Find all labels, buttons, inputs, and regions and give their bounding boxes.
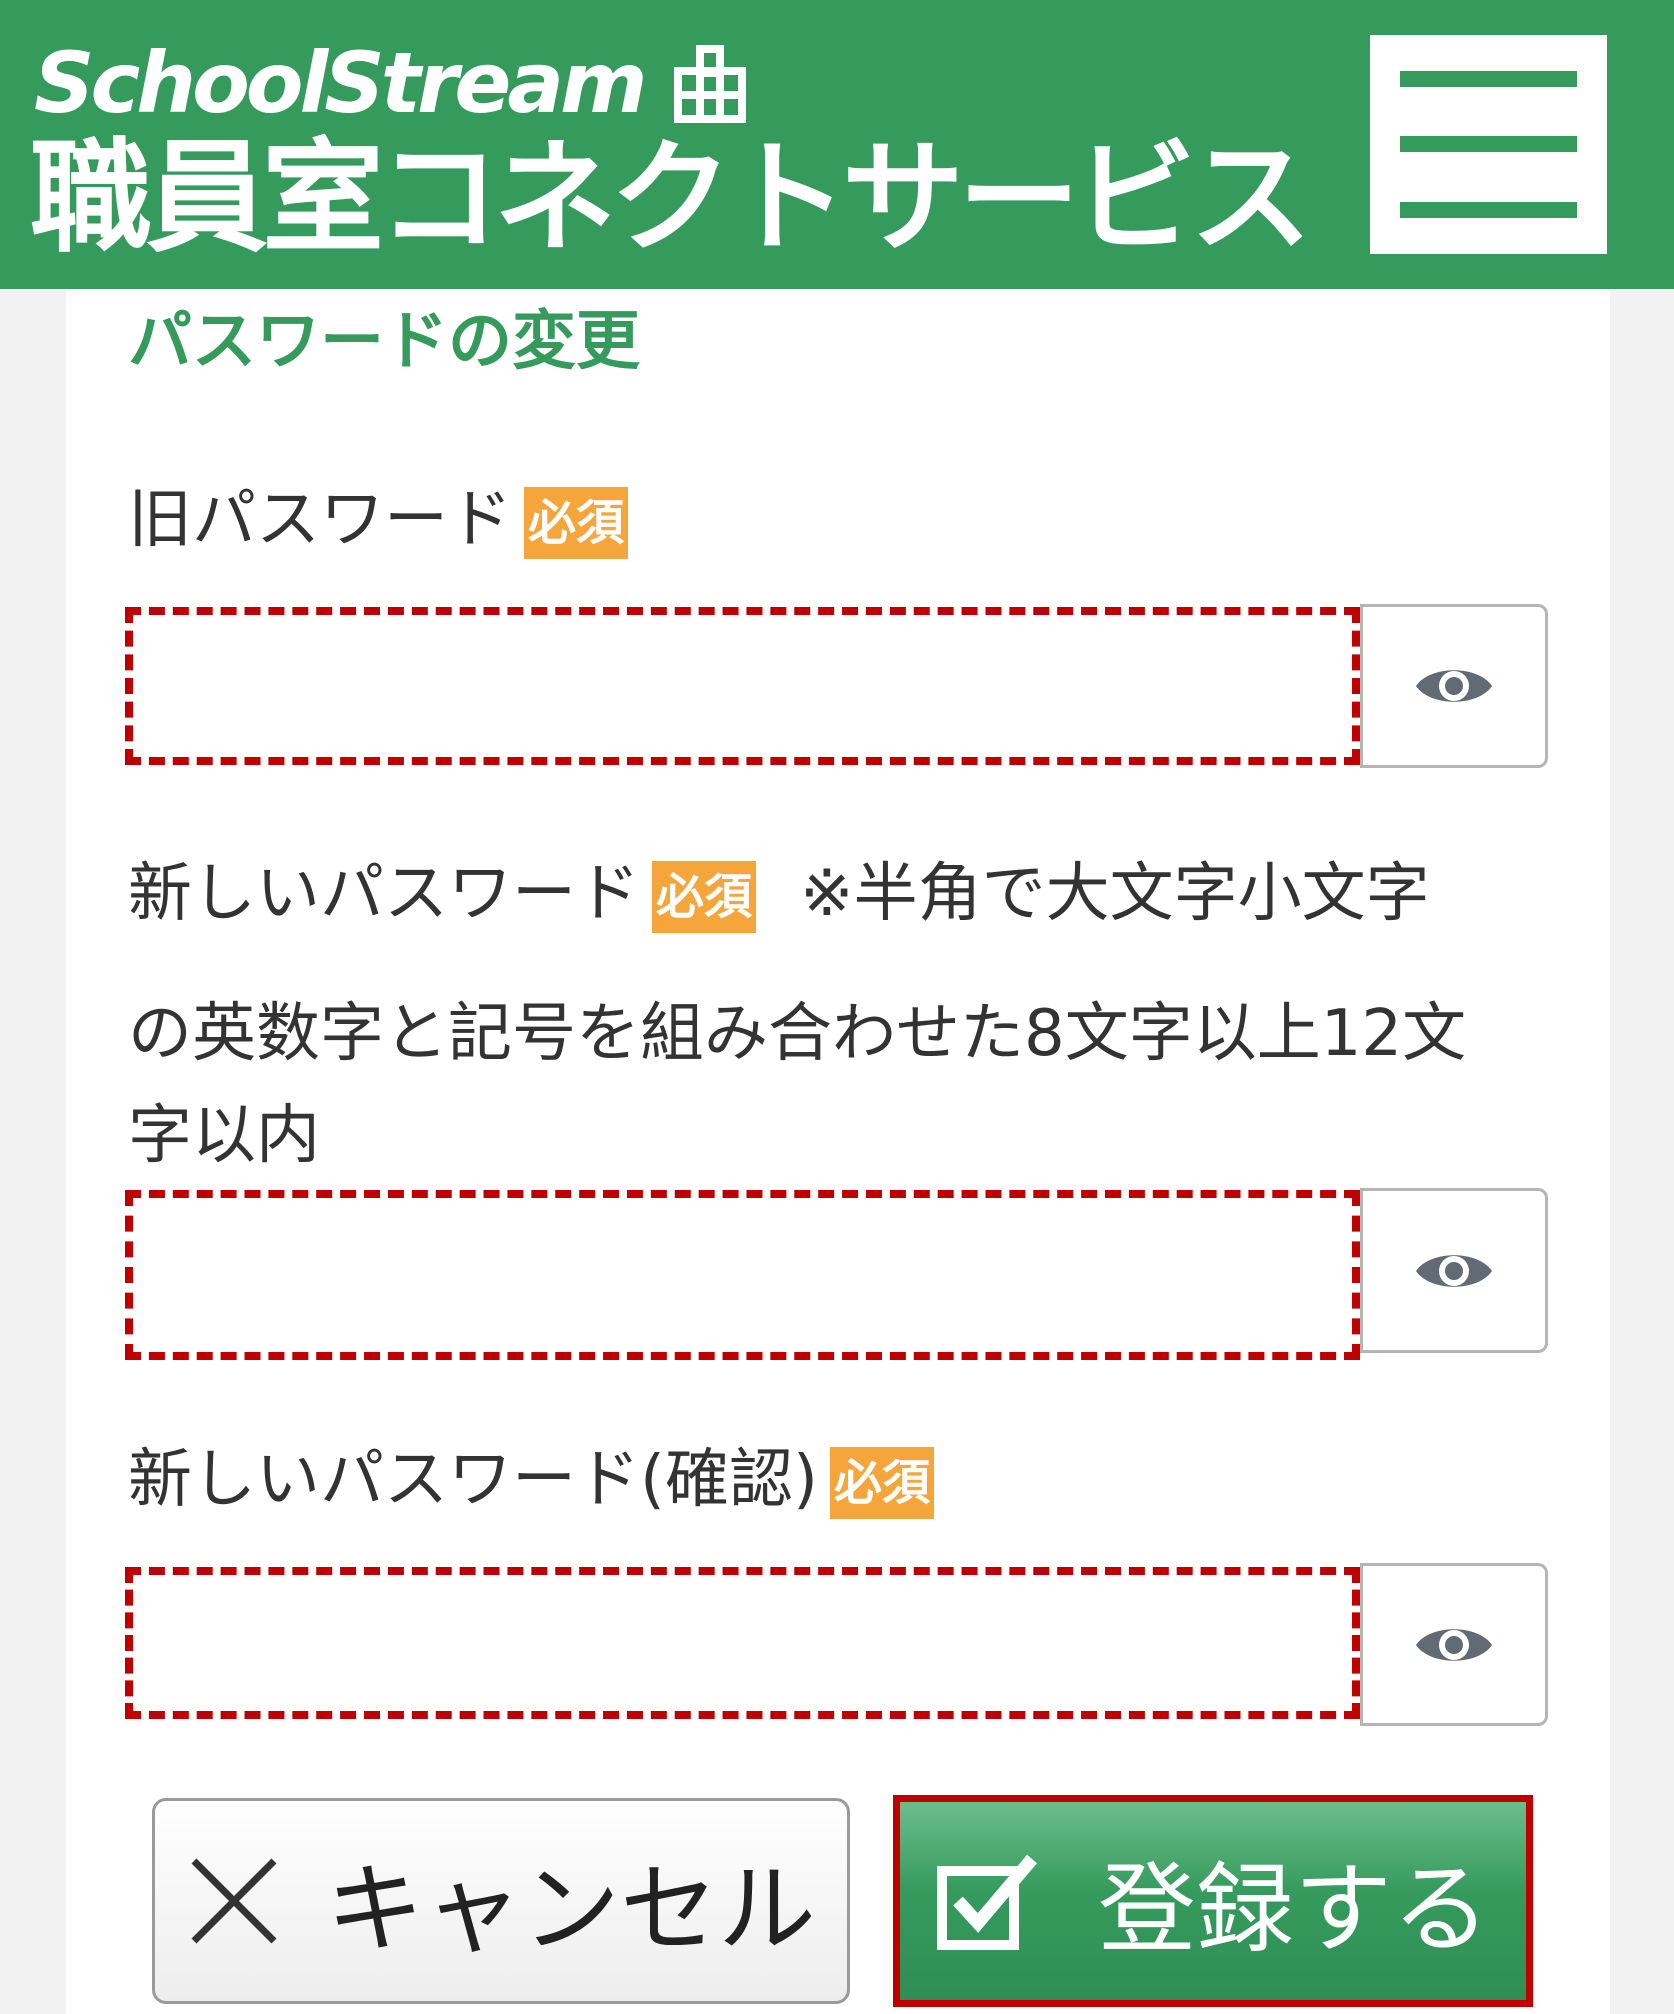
required-badge: 必須 <box>829 1447 934 1520</box>
new-password-input[interactable] <box>125 1190 1360 1360</box>
toggle-confirm-password-visibility[interactable] <box>1360 1563 1548 1726</box>
submit-button-label: 登録する <box>1097 1853 1490 1967</box>
menu-bar <box>1400 202 1577 218</box>
new-password-label: 新しいパスワード 必須 ※半角で大文字小文字 <box>128 852 1430 936</box>
hamburger-menu-button[interactable] <box>1370 35 1607 254</box>
old-password-label: 旧パスワード 必須 <box>128 478 629 562</box>
password-rule-note: ※半角で大文字小文字 <box>800 857 1430 931</box>
old-password-input[interactable] <box>125 607 1360 765</box>
building-icon <box>673 45 746 123</box>
cancel-button-label: キャンセル <box>325 1853 816 1967</box>
cancel-button[interactable]: キャンセル <box>152 1798 850 2004</box>
app-header: SchoolStream 職員室コネクトサービス <box>0 0 1674 289</box>
password-rule-note-line: の英数字と記号を組み合わせた8文字以上12文 <box>128 997 1467 1071</box>
eye-icon <box>1416 1628 1492 1661</box>
old-password-label-text: 旧パスワード <box>128 483 512 557</box>
page-title: パスワードの変更 <box>128 305 640 379</box>
menu-bar <box>1400 71 1577 87</box>
brand-name: SchoolStream <box>34 34 648 132</box>
confirm-password-label-text: 新しいパスワード(確認) <box>128 1443 818 1517</box>
service-name: 職員室コネクトサービス <box>30 127 1312 269</box>
eye-icon <box>1416 1254 1492 1287</box>
menu-bar <box>1400 136 1577 152</box>
confirm-password-label: 新しいパスワード(確認) 必須 <box>128 1438 934 1522</box>
checkbox-checked-icon <box>936 1854 1037 1950</box>
password-rule-note-line: 字以内 <box>128 1099 320 1173</box>
toggle-new-password-visibility[interactable] <box>1360 1188 1548 1353</box>
brand-logo: SchoolStream <box>34 34 750 132</box>
required-badge: 必須 <box>524 487 629 560</box>
confirm-password-input[interactable] <box>125 1567 1360 1719</box>
new-password-label-text: 新しいパスワード <box>128 857 640 931</box>
close-icon <box>191 1858 277 1944</box>
eye-icon <box>1416 670 1492 702</box>
submit-button[interactable]: 登録する <box>893 1795 1533 2007</box>
required-badge: 必須 <box>652 861 757 934</box>
toggle-old-password-visibility[interactable] <box>1360 604 1548 768</box>
